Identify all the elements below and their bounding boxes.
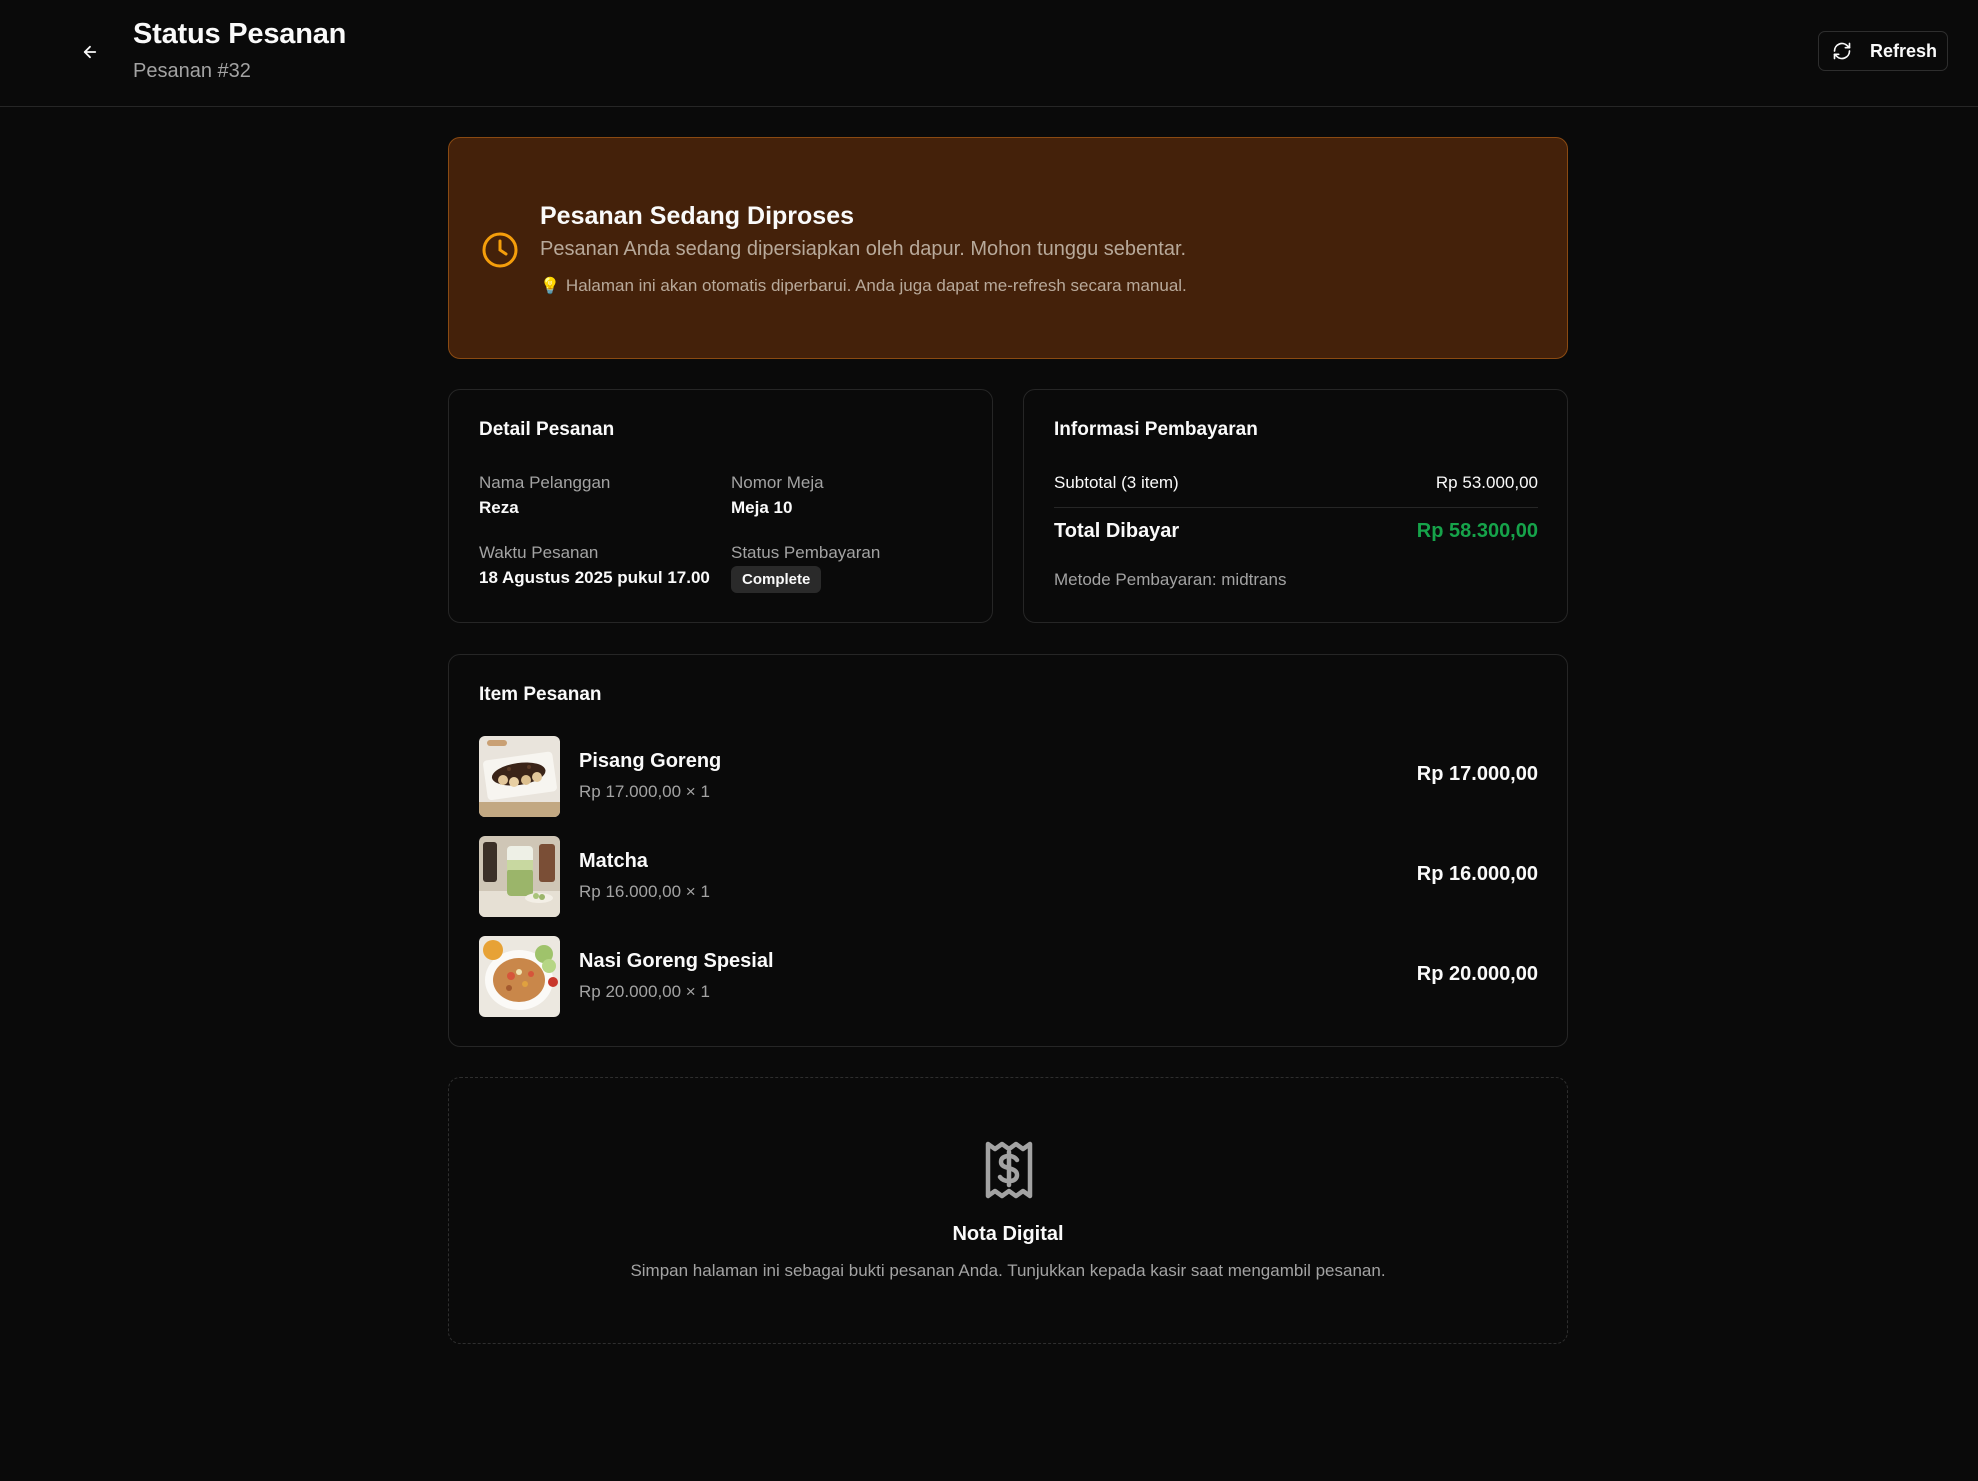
total-value: Rp 58.300,00 [1416,520,1538,542]
status-description: Pesanan Anda sedang dipersiapkan oleh da… [540,238,1187,260]
total-label: Total Dibayar [1054,520,1180,542]
table-number-value: Meja 10 [731,498,793,517]
page-title: Status Pesanan [133,18,347,50]
customer-name-value: Reza [479,498,519,517]
subtotal-row: Subtotal (3 item) Rp 53.000,00 [1054,473,1538,493]
receipt-dollar-icon [985,1141,1033,1199]
table-number-label: Nomor Meja [731,473,824,492]
list-item: Matcha Rp 16.000,00 × 1 Rp 16.000,00 [479,836,1538,917]
status-title: Pesanan Sedang Diproses [540,202,855,230]
item-thumbnail [479,836,560,917]
order-time-value: 18 Agustus 2025 pukul 17.00 [479,568,710,587]
order-number: Pesanan #32 [133,60,251,82]
item-name: Pisang Goreng [579,750,722,772]
order-detail-card: Detail Pesanan Nama Pelanggan Reza Nomor… [448,389,993,623]
divider [1054,507,1538,508]
order-time-label: Waktu Pesanan [479,543,599,562]
receipt-description: Simpan halaman ini sebagai bukti pesanan… [630,1261,1386,1280]
item-unit-price: Rp 20.000,00 × 1 [579,982,710,1001]
subtotal-value: Rp 53.000,00 [1435,473,1538,492]
item-thumbnail [479,936,560,1017]
list-item: Pisang Goreng Rp 17.000,00 × 1 Rp 17.000… [479,736,1538,817]
page-header: Status Pesanan Pesanan #32 Refresh [0,0,1978,107]
refresh-button[interactable]: Refresh [1818,31,1948,71]
total-row: Total Dibayar Rp 58.300,00 [1054,520,1538,543]
refresh-icon [1833,42,1851,60]
item-unit-price: Rp 16.000,00 × 1 [579,882,710,901]
item-name: Nasi Goreng Spesial [579,950,774,972]
auto-refresh-hint: 💡 Halaman ini akan otomatis diperbarui. … [540,276,1187,296]
payment-info-card: Informasi Pembayaran Subtotal (3 item) R… [1023,389,1568,623]
order-status-banner: Pesanan Sedang Diproses Pesanan Anda sed… [448,137,1568,359]
payment-method: Metode Pembayaran: midtrans [1054,570,1287,589]
receipt-title: Nota Digital [952,1223,1064,1245]
item-unit-price: Rp 17.000,00 × 1 [579,782,710,801]
payment-status-badge: Complete [731,566,822,593]
subtotal-label: Subtotal (3 item) [1054,473,1179,492]
payment-status-label: Status Pembayaran [731,543,881,562]
lightbulb-icon: 💡 [540,278,560,295]
payment-title: Informasi Pembayaran [1054,419,1258,440]
order-items-card: Item Pesanan Pisang Goreng Rp 17.000,00 … [448,654,1568,1047]
clock-icon [482,232,518,268]
item-total: Rp 20.000,00 [1416,963,1538,985]
item-total: Rp 17.000,00 [1416,763,1538,785]
items-title: Item Pesanan [479,684,602,705]
item-total: Rp 16.000,00 [1416,863,1538,885]
list-item: Nasi Goreng Spesial Rp 20.000,00 × 1 Rp … [479,936,1538,1017]
digital-receipt-card: Nota Digital Simpan halaman ini sebagai … [448,1077,1568,1344]
detail-title: Detail Pesanan [479,419,615,440]
hint-text: Halaman ini akan otomatis diperbarui. An… [565,276,1187,295]
item-thumbnail [479,736,560,817]
customer-name-label: Nama Pelanggan [479,473,611,492]
arrow-left-icon [83,45,97,59]
refresh-label: Refresh [1870,40,1938,61]
item-name: Matcha [579,850,648,872]
back-button[interactable] [74,36,106,68]
